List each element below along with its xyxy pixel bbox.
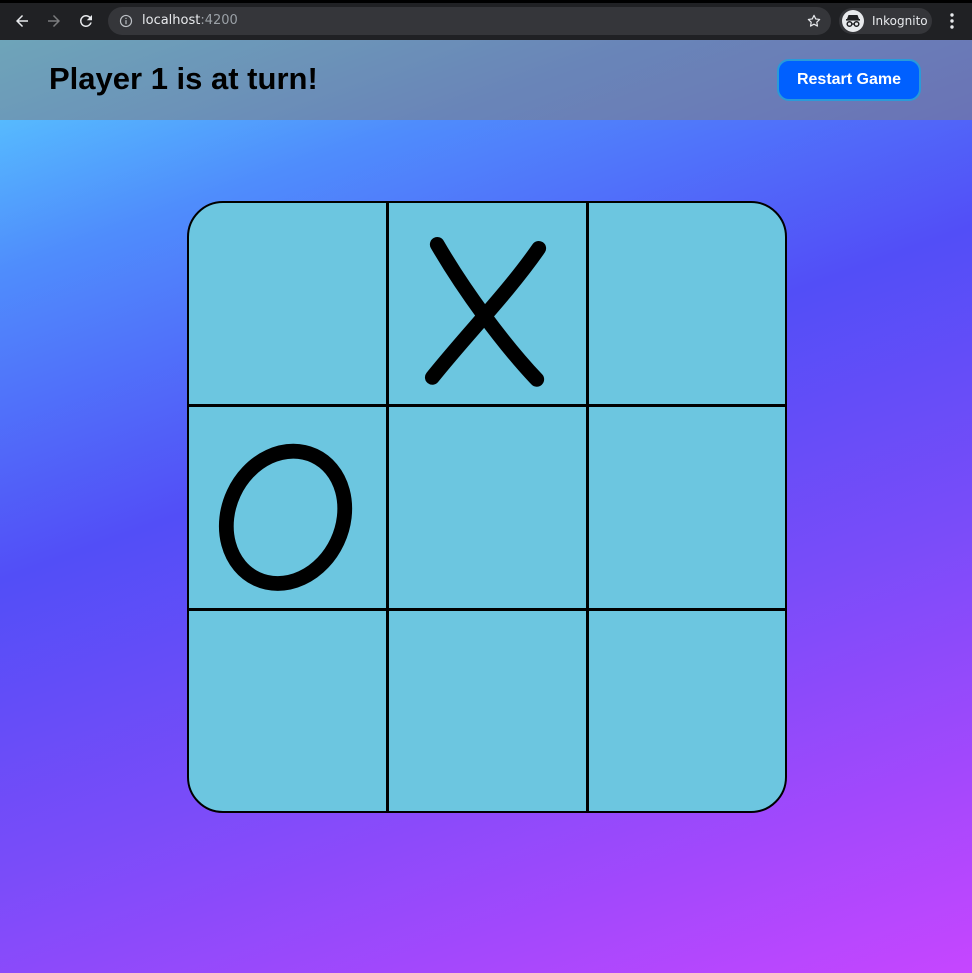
board-cell-r1-c2[interactable] [389, 203, 586, 404]
board-cell-r3-c1[interactable] [189, 611, 386, 811]
board-cell-r1-c1[interactable] [189, 203, 386, 404]
game-header: Player 1 is at turn! Restart Game [0, 40, 972, 120]
game-board [187, 201, 787, 813]
forward-arrow-icon[interactable] [43, 10, 65, 32]
tab-strip-edge [0, 0, 972, 3]
board-cell-r2-c1[interactable] [189, 407, 386, 608]
x-mark [424, 237, 547, 387]
url-text: localhost:4200 [142, 13, 238, 29]
reload-icon[interactable] [75, 10, 97, 32]
incognito-label: Inkognito [872, 14, 928, 28]
board-cell-r2-c2[interactable] [389, 407, 586, 608]
o-mark [218, 443, 353, 591]
board-cell-r2-c3[interactable] [589, 407, 785, 608]
incognito-profile-chip[interactable]: Inkognito [839, 8, 932, 34]
kebab-menu-icon[interactable] [944, 10, 960, 32]
url-host: localhost [142, 13, 201, 28]
address-bar[interactable]: localhost:4200 [108, 7, 831, 35]
star-icon[interactable] [806, 13, 822, 29]
restart-game-button[interactable]: Restart Game [777, 59, 921, 101]
info-icon[interactable] [119, 14, 133, 28]
turn-status: Player 1 is at turn! [49, 61, 318, 96]
incognito-icon [842, 10, 864, 32]
browser-toolbar: localhost:4200 Inkognito [0, 0, 972, 40]
board-cell-r1-c3[interactable] [589, 203, 785, 404]
url-port: :4200 [200, 13, 238, 28]
back-arrow-icon[interactable] [11, 10, 33, 32]
board-cell-r3-c2[interactable] [389, 611, 586, 811]
board-cell-r3-c3[interactable] [589, 611, 785, 811]
game-page: Player 1 is at turn! Restart Game [0, 40, 972, 973]
